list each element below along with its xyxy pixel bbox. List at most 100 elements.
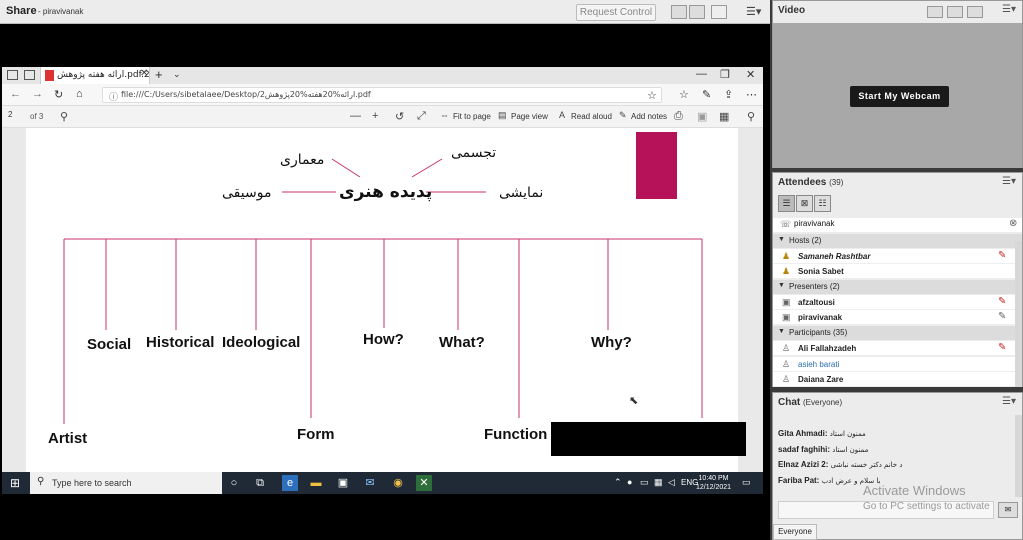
zoom-in-icon[interactable]: + <box>372 110 378 122</box>
chrome-icon[interactable]: ◉ <box>390 475 406 491</box>
read-aloud-icon[interactable]: A <box>559 110 565 120</box>
attendee-row[interactable]: ▣ afzaltousi ✎ <box>773 295 1015 310</box>
attendees-scrollbar[interactable] <box>1015 241 1022 387</box>
favorites-icon[interactable]: ☆ <box>679 88 689 101</box>
start-webcam-button[interactable]: Start My Webcam <box>850 86 949 107</box>
chevron-down-icon[interactable]: ⌄ <box>173 69 181 80</box>
taskbar-clock[interactable]: 10:40 PM 12/12/2021 <box>696 474 731 492</box>
save-icon[interactable]: ▣ <box>697 110 707 123</box>
chat-scrollbar[interactable] <box>1015 415 1022 497</box>
hosts-group-header[interactable]: ▼ Hosts (2) <box>773 234 1022 248</box>
chat-sender: Gita Ahmadi: <box>778 429 828 438</box>
clock-time: 10:40 PM <box>698 475 729 482</box>
rotate-icon[interactable]: ↺ <box>395 110 404 123</box>
favorite-star-icon[interactable]: ☆ <box>647 89 657 102</box>
new-tab-icon[interactable]: + <box>155 67 163 82</box>
chevron-up-icon[interactable]: ⌃ <box>614 477 622 488</box>
minimize-icon[interactable]: — <box>696 68 707 80</box>
network-icon[interactable]: ▦ <box>654 477 663 488</box>
chat-recipient-button[interactable]: Everyone <box>773 524 817 540</box>
more-icon[interactable]: ⋯ <box>746 88 757 101</box>
presenters-group-header[interactable]: ▼ Presenters (2) <box>773 280 1022 294</box>
hamburger-menu-icon[interactable]: ☰▾ <box>746 5 761 18</box>
add-notes-button[interactable]: Add notes <box>631 112 667 121</box>
microphone-icon[interactable]: ● <box>627 477 632 487</box>
grid-view-icon[interactable] <box>927 6 943 18</box>
clear-status-icon[interactable]: ⊗ <box>1009 218 1017 229</box>
app-icon[interactable]: ✕ <box>416 475 432 491</box>
video-area: Start My Webcam <box>773 23 1022 168</box>
page-view-button[interactable]: Page view <box>511 112 548 121</box>
edge-browser-icon[interactable]: e <box>282 475 298 491</box>
home-icon[interactable]: ⌂ <box>76 88 83 100</box>
list-view-icon[interactable]: ☰ <box>778 195 795 212</box>
hamburger-menu-icon[interactable]: ☰▾ <box>1002 4 1016 15</box>
page-number-input[interactable]: 2 <box>8 110 24 124</box>
tab-pdf-document[interactable]: ارائه هفته پژوهش.pdf.2 ✕ <box>40 67 150 84</box>
print-icon[interactable]: ⎙ <box>674 110 683 123</box>
layout-icon[interactable] <box>671 5 687 19</box>
store-icon[interactable]: ▣ <box>335 475 351 491</box>
share-icon[interactable]: ⇪ <box>724 88 733 101</box>
share-pod: Share - piravivanak Request Control ☰▾ ا… <box>0 0 770 540</box>
send-message-icon[interactable]: ✉ <box>998 502 1018 518</box>
save-as-icon[interactable]: ▦ <box>719 110 729 123</box>
fullscreen-icon[interactable] <box>711 5 727 19</box>
chat-message: sadaf faghihi: ممنون استاد <box>778 445 868 454</box>
slide-label-why: Why? <box>591 334 632 351</box>
battery-icon[interactable]: ▭ <box>640 477 649 488</box>
mail-icon[interactable]: ✉ <box>362 475 378 491</box>
close-window-icon[interactable]: ✕ <box>746 68 755 81</box>
attendee-row[interactable]: ♙ asieh barati <box>773 357 1015 372</box>
attendee-row[interactable]: ♙ Daiana Zare <box>773 372 1015 387</box>
status-view-icon[interactable]: ☷ <box>814 195 831 212</box>
hamburger-menu-icon[interactable]: ☰▾ <box>1002 176 1016 187</box>
slide-label-artist: Artist <box>48 430 88 447</box>
read-aloud-button[interactable]: Read aloud <box>571 112 612 121</box>
zoom-out-icon[interactable]: — <box>350 110 361 122</box>
close-tab-icon[interactable]: ✕ <box>140 68 148 79</box>
expand-icon[interactable]: ⤢ <box>417 110 426 123</box>
attendee-row[interactable]: ♙ Ali Fallahzadeh ✎ <box>773 341 1015 356</box>
activate-windows-watermark: Activate Windows <box>863 483 966 498</box>
restore-icon[interactable]: ❐ <box>720 68 730 81</box>
info-icon[interactable]: ⓘ <box>109 90 118 103</box>
slide-label-music: موسیقی <box>222 185 272 201</box>
notifications-icon[interactable]: ▭ <box>742 477 751 488</box>
volume-icon[interactable]: ◁ <box>668 477 675 488</box>
attendee-row[interactable]: ♟ Sonia Sabet <box>773 264 1015 279</box>
set-aside-tabs-icon[interactable] <box>24 70 35 80</box>
forward-icon[interactable]: → <box>32 88 43 100</box>
breakout-view-icon[interactable]: ⊠ <box>796 195 813 212</box>
tab-actions-icon[interactable] <box>7 70 18 80</box>
request-control-button[interactable]: Request Control <box>576 4 656 21</box>
pen-icon[interactable]: ✎ <box>702 88 711 101</box>
task-view-icon[interactable]: ⧉ <box>252 475 268 491</box>
fit-to-page-button[interactable]: Fit to page <box>453 112 491 121</box>
taskbar-search-box[interactable]: ⚲ Type here to search <box>30 472 222 494</box>
refresh-icon[interactable]: ↻ <box>54 88 63 101</box>
add-notes-icon[interactable]: ✎ <box>619 110 627 121</box>
page-view-icon[interactable]: ▤ <box>498 110 507 121</box>
file-explorer-icon[interactable]: ▬ <box>308 475 324 491</box>
user-status-icon: ☏ <box>780 219 792 229</box>
fit-page-icon[interactable]: ⇔ <box>440 110 449 120</box>
tab-strip: ارائه هفته پژوهش.pdf.2 ✕ + ⌄ — ❐ ✕ <box>2 67 763 84</box>
collapse-triangle-icon: ▼ <box>778 328 785 335</box>
layout-icon[interactable] <box>689 5 705 19</box>
cortana-icon[interactable]: ○ <box>226 475 242 491</box>
fullscreen-icon[interactable] <box>967 6 983 18</box>
back-icon[interactable]: ← <box>10 88 21 100</box>
attendee-row[interactable]: ▣ piravivanak ✎ <box>773 310 1015 325</box>
windows-start-icon[interactable]: ⊞ <box>10 476 20 490</box>
hamburger-menu-icon[interactable]: ☰▾ <box>1002 396 1016 407</box>
address-bar[interactable]: ⓘ file:///C:/Users/sibetalaee/Desktop/2ا… <box>102 87 662 103</box>
attendee-name: afzaltousi <box>798 298 835 307</box>
attendee-row[interactable]: ♟ Samaneh Rashtbar ✎ <box>773 249 1015 264</box>
current-user-row[interactable]: ☏ piravivanak ⊗ <box>773 218 1022 232</box>
collapse-triangle-icon: ▼ <box>778 282 785 289</box>
grid-view-icon[interactable] <box>947 6 963 18</box>
participants-group-header[interactable]: ▼ Participants (35) <box>773 326 1022 340</box>
search-icon[interactable]: ⚲ <box>60 110 68 123</box>
pin-icon[interactable]: ⚲ <box>747 110 755 123</box>
